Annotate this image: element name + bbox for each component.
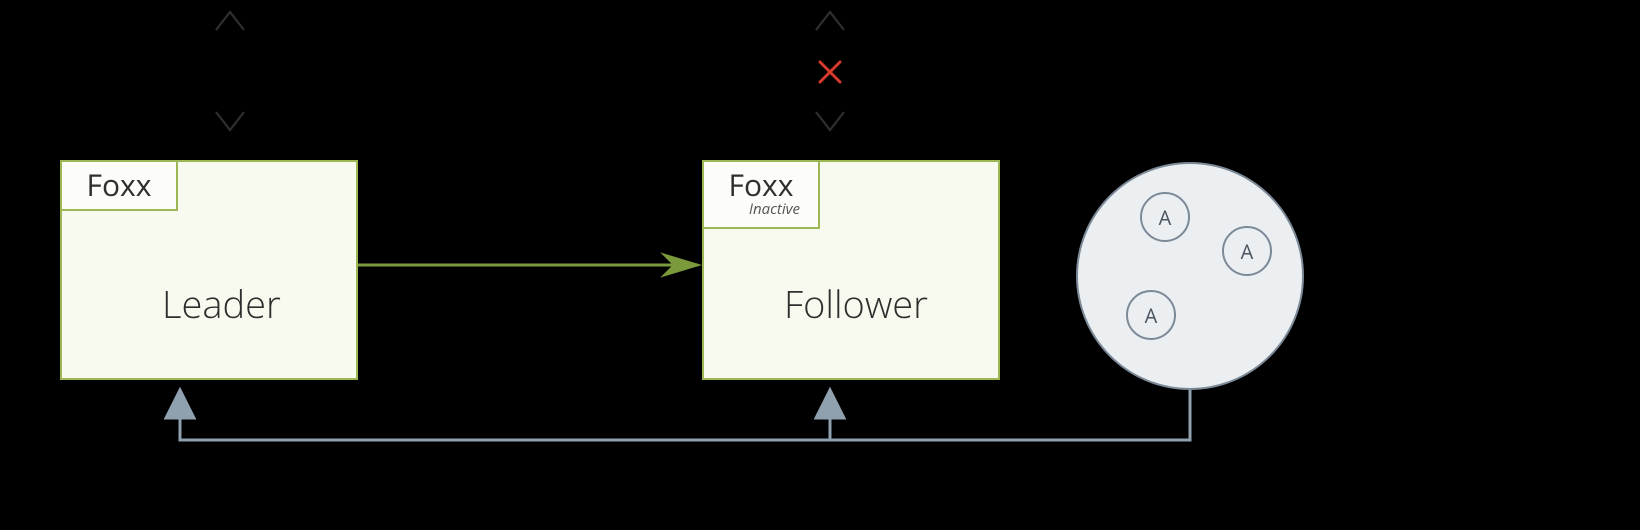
follower-label: Follower — [784, 278, 928, 330]
leader-foxx-label: Foxx — [80, 168, 158, 201]
leader-node: Foxx Leader — [60, 160, 358, 380]
leader-foxx-badge: Foxx — [60, 160, 178, 211]
follower-client-link — [816, 12, 844, 130]
agency-cluster: A A A — [1076, 162, 1304, 390]
blocked-icon — [820, 62, 840, 82]
follower-foxx-badge: Foxx Inactive — [702, 160, 820, 229]
agency-node-c: A — [1126, 290, 1176, 340]
agency-node-c-label: A — [1145, 302, 1158, 329]
diagram-canvas: Foxx Leader Foxx Inactive Follower A A A — [0, 0, 1640, 530]
agency-node-a: A — [1140, 192, 1190, 242]
leader-label: Leader — [162, 278, 281, 330]
follower-node: Foxx Inactive Follower — [702, 160, 1000, 380]
supervise-connector — [180, 390, 1190, 440]
agency-node-b: A — [1222, 226, 1272, 276]
follower-foxx-label: Foxx — [722, 168, 800, 201]
agency-node-a-label: A — [1159, 204, 1172, 231]
agency-node-b-label: A — [1241, 238, 1254, 265]
leader-client-link — [216, 12, 244, 130]
